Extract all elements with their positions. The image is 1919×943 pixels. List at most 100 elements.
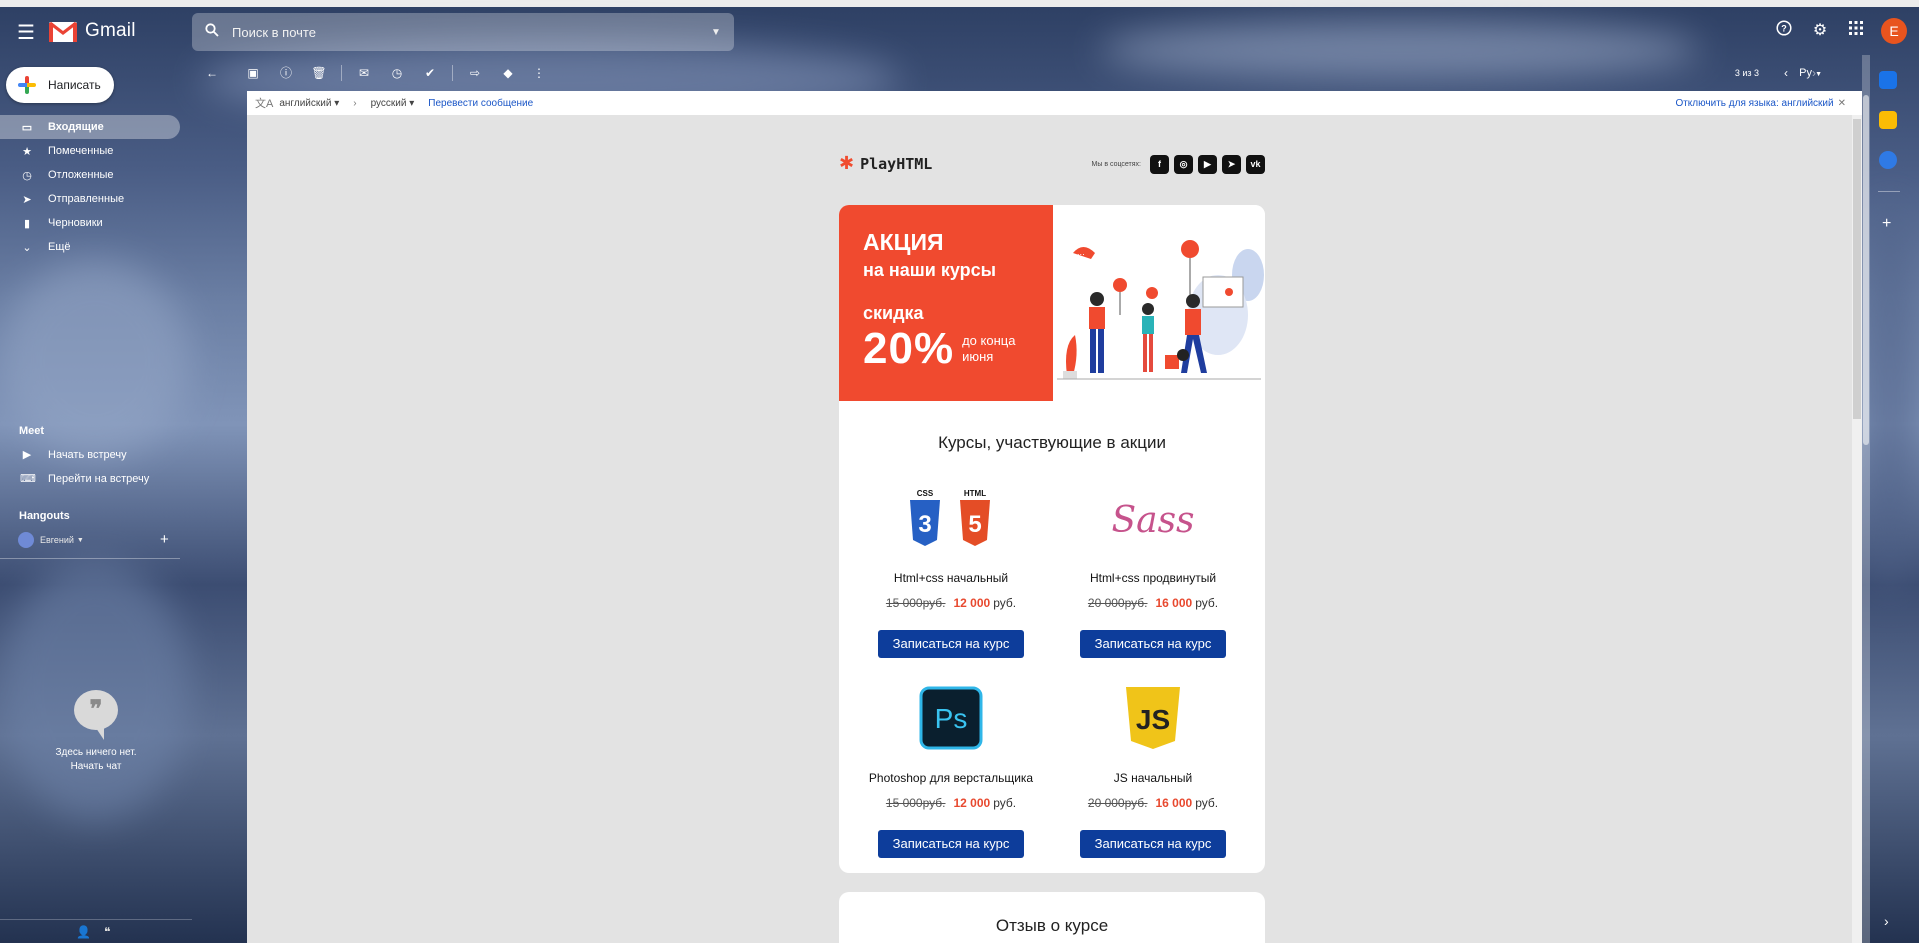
tasks-icon[interactable]: [1879, 151, 1897, 169]
source-language-label: английский: [279, 97, 332, 109]
search-bar[interactable]: ▼: [192, 13, 734, 51]
sidebar-item-snoozed[interactable]: ◷ Отложенные: [0, 163, 180, 187]
promo-text-block: АКЦИЯ на наши курсы скидка 20% до конца и…: [839, 205, 1053, 401]
apps-grid-icon[interactable]: [1845, 20, 1867, 42]
target-language-select[interactable]: русский ▾: [371, 98, 415, 109]
promo-deadline-line2: июня: [962, 349, 994, 364]
scrollbar-thumb[interactable]: [1853, 119, 1861, 419]
sidebar-item-sent[interactable]: ➤ Отправленные: [0, 187, 180, 211]
contacts-person-icon[interactable]: 👤: [76, 925, 91, 939]
mark-unread-icon[interactable]: ✉: [354, 64, 374, 82]
instagram-icon[interactable]: ◎: [1174, 155, 1193, 174]
empty-chat-panel: ❞ Здесь ничего нет. Начать чат: [0, 690, 192, 774]
rail-divider: [1878, 191, 1900, 192]
page-scrollbar-thumb[interactable]: [1863, 95, 1869, 445]
currency: руб.: [993, 796, 1017, 810]
gmail-logo[interactable]: Gmail: [49, 20, 136, 42]
sidebar-item-drafts[interactable]: ▮ Черновики: [0, 211, 180, 235]
calendar-icon[interactable]: [1879, 71, 1897, 89]
old-price: 15 000руб.: [885, 796, 946, 810]
search-options-icon[interactable]: ▼: [698, 27, 734, 38]
input-language-label: Ру: [1799, 67, 1812, 79]
header-actions: ? ⚙ E: [1773, 18, 1907, 44]
account-avatar[interactable]: E: [1881, 18, 1907, 44]
meet-start-item[interactable]: ▶ Начать встречу: [20, 448, 127, 462]
close-icon[interactable]: ✕: [1838, 98, 1846, 109]
meet-start-label: Начать встречу: [48, 448, 127, 461]
enroll-button[interactable]: Записаться на курс: [878, 630, 1024, 658]
youtube-icon[interactable]: ▶: [1198, 155, 1217, 174]
review-card: Отзыв о курсе: [839, 892, 1265, 943]
enroll-button[interactable]: Записаться на курс: [1080, 630, 1226, 658]
chevron-right-icon: ›: [353, 97, 357, 109]
message-view: 文A английский ▾ › русский ▾ Перевести со…: [247, 91, 1862, 943]
currency: руб.: [1195, 796, 1219, 810]
pagination-text: 3 из 3: [1734, 68, 1759, 78]
main-area: ← ▣ ⓘ 🗑 ✉ ◷ ✔ ⇨ ◆ ⋮ 3 из 3 ‹ › Ру ▼ 文A а…: [192, 55, 1862, 943]
translate-message-link[interactable]: Перевести сообщение: [428, 98, 533, 109]
photoshop-ps-icon: Ps: [919, 686, 983, 750]
add-chat-plus-icon[interactable]: +: [160, 531, 169, 548]
courses-title: Курсы, участвующие в акции: [938, 433, 1166, 452]
facebook-icon[interactable]: f: [1150, 155, 1169, 174]
back-arrow-icon[interactable]: ←: [202, 64, 222, 82]
app-name: Gmail: [85, 20, 136, 41]
move-to-folder-icon[interactable]: ⇨: [465, 64, 485, 82]
sidebar-item-label: Отправленные: [48, 193, 125, 205]
sidebar-divider: [0, 558, 180, 559]
snooze-clock-icon[interactable]: ◷: [387, 64, 407, 82]
search-input[interactable]: [232, 24, 698, 40]
empty-chat-text: Здесь ничего нет.: [55, 747, 137, 758]
start-chat-link[interactable]: Начать чат: [0, 760, 192, 774]
more-vertical-icon[interactable]: ⋮: [529, 64, 549, 82]
hangouts-user[interactable]: Евгений ▼: [18, 532, 84, 548]
svg-text:Ps: Ps: [935, 703, 968, 734]
add-task-icon[interactable]: ✔: [420, 64, 440, 82]
keep-icon[interactable]: [1879, 111, 1897, 129]
help-icon[interactable]: ?: [1773, 20, 1795, 42]
playhtml-logo[interactable]: ✱ PlayHTML: [839, 153, 932, 174]
html-css-logo: CSS 3 HTML 5: [851, 483, 1051, 553]
compose-label: Написать: [48, 78, 101, 92]
sidebar-item-inbox[interactable]: ▭ Входящие: [0, 115, 180, 139]
clock-icon: ◷: [22, 169, 32, 182]
enroll-button[interactable]: Записаться на курс: [878, 830, 1024, 858]
svg-text:HTML: HTML: [964, 489, 986, 498]
collapse-panel-chevron-icon[interactable]: ›: [1884, 913, 1889, 929]
sidebar-item-more[interactable]: ⌄ Ещё: [0, 235, 180, 259]
label-tag-icon[interactable]: ◆: [498, 64, 518, 82]
people-with-balloons-illustration: ...: [1057, 240, 1264, 380]
enroll-button[interactable]: Записаться на курс: [1080, 830, 1226, 858]
disable-translation-label: Отключить для языка: английский: [1675, 97, 1834, 109]
hangouts-quote-icon[interactable]: ❝: [104, 925, 110, 939]
vk-icon[interactable]: vk: [1246, 155, 1265, 174]
sidebar-item-starred[interactable]: ★ Помеченные: [0, 139, 180, 163]
gmail-m-icon: [49, 21, 77, 42]
telegram-icon[interactable]: ➤: [1222, 155, 1241, 174]
meet-join-item[interactable]: ⌨ Перейти на встречу: [20, 472, 149, 486]
settings-gear-icon[interactable]: ⚙: [1809, 20, 1831, 42]
search-icon[interactable]: [192, 23, 232, 41]
report-spam-icon[interactable]: ⓘ: [276, 64, 296, 82]
course-price: 20 000руб. 16 000 руб.: [1053, 796, 1253, 810]
compose-button[interactable]: Написать: [6, 67, 114, 103]
main-menu-icon[interactable]: ☰: [14, 21, 38, 45]
sidebar-item-label: Черновики: [48, 217, 103, 229]
prev-chevron-icon[interactable]: ‹: [1776, 64, 1796, 82]
svg-text:Sass: Sass: [1111, 500, 1194, 541]
add-addon-plus-icon[interactable]: +: [1882, 215, 1891, 233]
promo-illustration: ...: [1053, 205, 1265, 401]
currency: руб.: [1195, 596, 1219, 610]
input-language-button[interactable]: Ру ▼: [1799, 67, 1822, 79]
archive-icon[interactable]: ▣: [243, 64, 263, 82]
courses-grid: CSS 3 HTML 5 Html+css начальный 15 000ру…: [839, 453, 1265, 873]
message-scrollbar[interactable]: [1852, 115, 1862, 943]
course-card: Sass Html+css продвинутый 20 000руб. 16 0…: [1053, 483, 1253, 658]
svg-text:?: ?: [1781, 24, 1787, 34]
side-panel-rail: + ›: [1862, 55, 1919, 943]
source-language-select[interactable]: английский ▾: [279, 98, 339, 109]
new-price: 16 000: [1155, 596, 1193, 610]
delete-trash-icon[interactable]: 🗑: [309, 64, 329, 82]
sass-logo: Sass: [1053, 483, 1253, 553]
disable-translation-link[interactable]: Отключить для языка: английский ✕: [1675, 98, 1846, 109]
